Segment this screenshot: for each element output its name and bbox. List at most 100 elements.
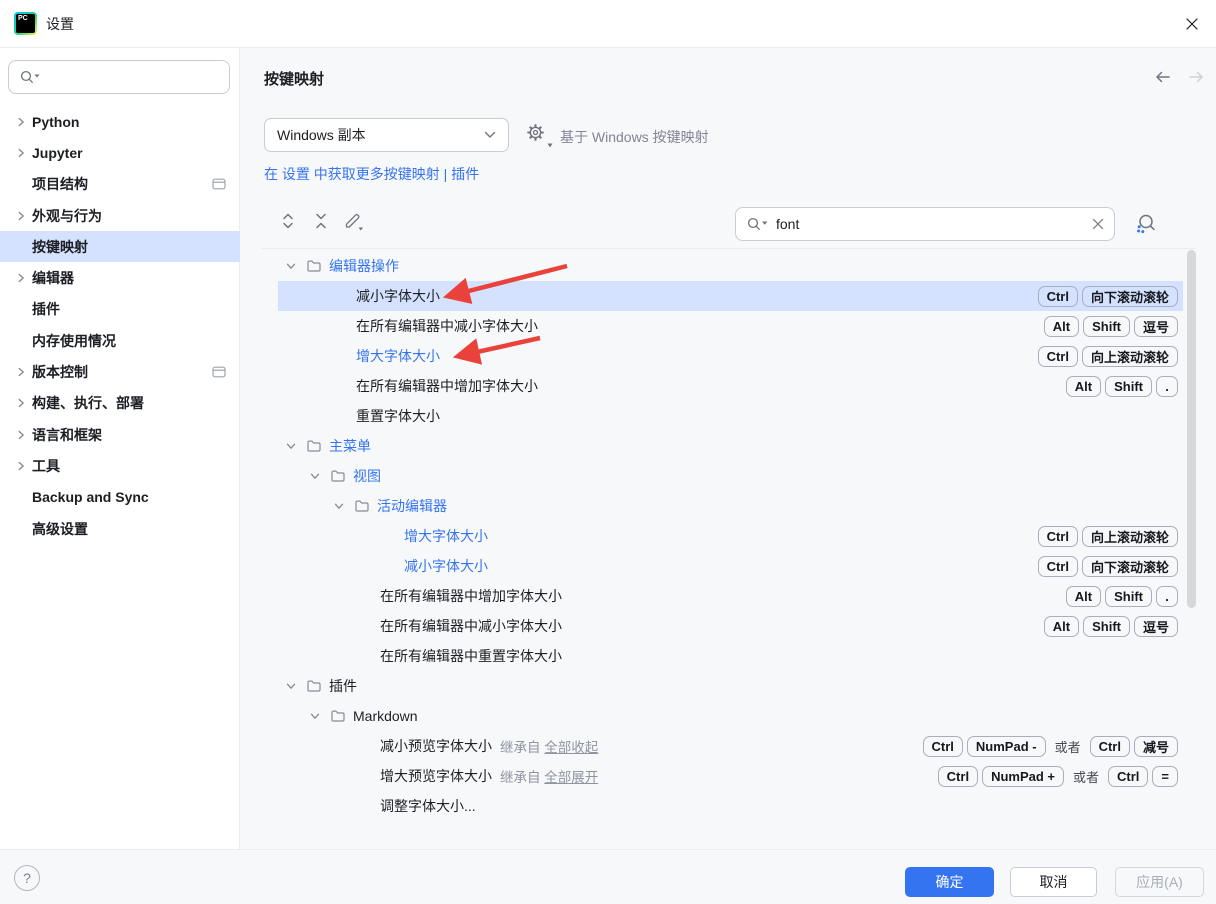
shortcut-keycap: Ctrl <box>1090 736 1130 757</box>
history-nav <box>1153 69 1205 85</box>
keymap-tree-action[interactable]: 在所有编辑器中增加字体大小AltShift. <box>262 581 1196 611</box>
chevron-right-icon <box>12 114 30 130</box>
keymap-scheme-select[interactable]: Windows 副本 <box>264 118 509 152</box>
action-label: 减小字体大小 <box>404 556 488 576</box>
find-actions-by-shortcut-icon[interactable] <box>1133 211 1159 237</box>
shortcut-keycap: 减号 <box>1134 736 1178 757</box>
sidebar-item[interactable]: 按键映射 <box>0 231 240 262</box>
keymap-tree-folder[interactable]: 主菜单 <box>262 431 1196 461</box>
or-label: 或者 <box>1073 767 1099 786</box>
based-on-label: 基于 Windows 按键映射 <box>560 127 709 147</box>
shortcut-keycap: Shift <box>1083 616 1130 637</box>
sidebar-item[interactable]: 项目结构 <box>0 169 240 200</box>
keymap-tree-action[interactable]: 减小预览字体大小继承自 全部收起CtrlNumPad -或者Ctrl减号 <box>262 731 1196 761</box>
scrollbar-thumb[interactable] <box>1187 250 1196 608</box>
shortcut-keycap: 逗号 <box>1134 616 1178 637</box>
action-label: 增大预览字体大小 <box>380 766 492 786</box>
sidebar-item-label: 插件 <box>32 299 60 319</box>
chevron-down-icon[interactable] <box>283 438 299 454</box>
keymap-search-box[interactable] <box>735 207 1115 241</box>
keymap-tree-action[interactable]: 调整字体大小... <box>262 791 1196 821</box>
sidebar-item[interactable]: 构建、执行、部署 <box>0 388 240 419</box>
chevron-down-icon[interactable] <box>283 258 299 274</box>
help-icon[interactable]: ? <box>14 865 40 891</box>
collapse-all-icon[interactable] <box>309 209 333 233</box>
inherited-from-link[interactable]: 全部展开 <box>544 770 598 785</box>
keymap-tree-action[interactable]: 在所有编辑器中重置字体大小 <box>262 641 1196 671</box>
shortcut-keycap: Shift <box>1105 376 1152 397</box>
folder-icon <box>354 498 370 514</box>
folder-label: Markdown <box>353 708 418 724</box>
keymap-tree-folder[interactable]: 插件 <box>262 671 1196 701</box>
keymap-tree-action[interactable]: 在所有编辑器中增加字体大小AltShift. <box>262 371 1196 401</box>
sidebar-item-label: Python <box>32 114 79 130</box>
sidebar-item[interactable]: Jupyter <box>0 137 240 168</box>
close-icon[interactable] <box>1182 14 1202 34</box>
chevron-down-icon[interactable] <box>307 708 323 724</box>
sidebar-item[interactable]: 工具 <box>0 450 240 481</box>
keymap-tree-action[interactable]: 减小字体大小Ctrl向下滚动滚轮 <box>262 281 1196 311</box>
forward-arrow-icon[interactable] <box>1187 69 1205 85</box>
cancel-button[interactable]: 取消 <box>1010 867 1097 897</box>
keymap-tree-action[interactable]: 增大预览字体大小继承自 全部展开CtrlNumPad +或者Ctrl= <box>262 761 1196 791</box>
get-more-keymaps-link[interactable]: 在 设置 中获取更多按键映射 | 插件 <box>264 164 479 184</box>
shortcut-keycap: 向上滚动滚轮 <box>1082 526 1178 547</box>
sidebar-item[interactable]: Python <box>0 106 240 137</box>
action-label: 在所有编辑器中减小字体大小 <box>356 316 538 336</box>
sidebar-item-label: 按键映射 <box>32 237 88 257</box>
shortcut-keycap: NumPad - <box>967 736 1046 757</box>
window-title: 设置 <box>46 14 74 34</box>
expand-all-icon[interactable] <box>276 209 300 233</box>
keymap-tree-action[interactable]: 重置字体大小 <box>262 401 1196 431</box>
sidebar-item[interactable]: 内存使用情况 <box>0 325 240 356</box>
keymap-tree-action[interactable]: 减小字体大小Ctrl向下滚动滚轮 <box>262 551 1196 581</box>
folder-icon <box>306 678 322 694</box>
inherited-from-link[interactable]: 全部收起 <box>544 740 598 755</box>
folder-icon <box>330 708 346 724</box>
gear-icon[interactable] <box>525 122 553 148</box>
chevron-spacer <box>12 176 30 192</box>
search-icon <box>746 216 770 232</box>
clear-search-icon[interactable] <box>1092 218 1104 230</box>
sidebar-item[interactable]: 语言和框架 <box>0 419 240 450</box>
keymap-tree-action[interactable]: 增大字体大小Ctrl向上滚动滚轮 <box>262 341 1196 371</box>
back-arrow-icon[interactable] <box>1153 69 1171 85</box>
sidebar-item-label: 工具 <box>32 456 60 476</box>
sidebar-item[interactable]: Backup and Sync <box>0 482 240 513</box>
ok-button[interactable]: 确定 <box>905 867 994 897</box>
chevron-spacer <box>12 521 30 537</box>
keymap-tree-folder[interactable]: 视图 <box>262 461 1196 491</box>
keymap-tree-action[interactable]: 在所有编辑器中减小字体大小AltShift逗号 <box>262 611 1196 641</box>
keymap-tree-folder[interactable]: 编辑器操作 <box>262 251 1196 281</box>
keymap-tree-action[interactable]: 在所有编辑器中减小字体大小AltShift逗号 <box>262 311 1196 341</box>
sidebar-item[interactable]: 高级设置 <box>0 513 240 544</box>
chevron-right-icon <box>12 270 30 286</box>
shortcut-keycap: NumPad + <box>982 766 1064 787</box>
chevron-down-icon[interactable] <box>331 498 347 514</box>
chevron-down-icon <box>547 143 553 148</box>
folder-label: 插件 <box>329 676 357 696</box>
sidebar-item-label: 语言和框架 <box>32 425 102 445</box>
action-label: 增大字体大小 <box>356 346 440 366</box>
keymap-search-input[interactable] <box>776 216 1086 232</box>
keymap-tree-folder[interactable]: 活动编辑器 <box>262 491 1196 521</box>
chevron-spacer <box>12 301 30 317</box>
shortcut-keycap: Shift <box>1105 586 1152 607</box>
sidebar-item[interactable]: 外观与行为 <box>0 200 240 231</box>
keymap-tree-action[interactable]: 增大字体大小Ctrl向上滚动滚轮 <box>262 521 1196 551</box>
settings-search-box[interactable] <box>8 60 230 94</box>
sidebar-item[interactable]: 插件 <box>0 294 240 325</box>
edit-shortcut-icon[interactable] <box>342 209 366 233</box>
chevron-down-icon[interactable] <box>307 468 323 484</box>
settings-search-input[interactable] <box>45 69 219 85</box>
chevron-down-icon[interactable] <box>283 678 299 694</box>
shortcut-keycap: Alt <box>1044 616 1079 637</box>
keymap-tree-folder[interactable]: Markdown <box>262 701 1196 731</box>
chevron-right-icon <box>12 364 30 380</box>
folder-label: 主菜单 <box>329 436 371 456</box>
settings-sidebar: Python Jupyter项目结构外观与行为按键映射编辑器插件内存使用情况版本控… <box>0 48 240 849</box>
dialog-footer: ? 确定 取消 应用(A) <box>0 849 1216 904</box>
action-label: 在所有编辑器中重置字体大小 <box>380 646 562 666</box>
sidebar-item[interactable]: 编辑器 <box>0 262 240 293</box>
sidebar-item[interactable]: 版本控制 <box>0 356 240 387</box>
